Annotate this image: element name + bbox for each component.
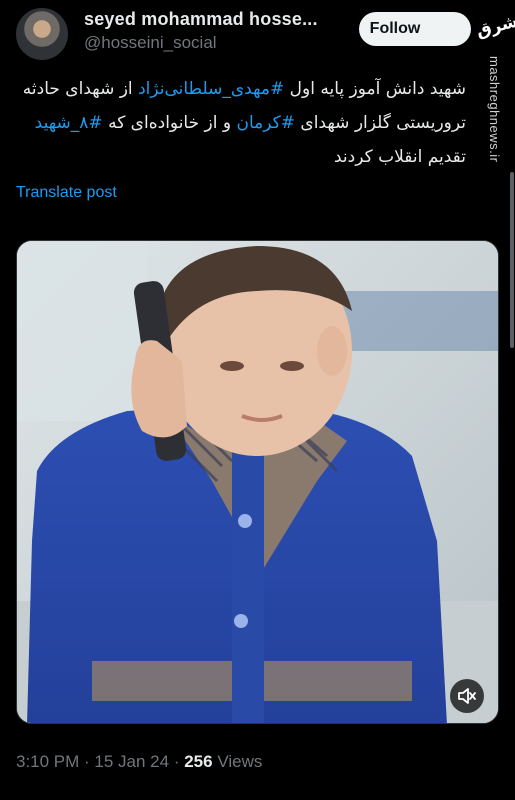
watermark-site: mashreghnews.ir xyxy=(487,56,502,163)
watermark-logo: مشرق xyxy=(473,8,515,42)
tweet-text-part: شهید دانش آموز پایه اول xyxy=(284,79,466,99)
meta-separator: · xyxy=(169,752,185,771)
meta-separator: · xyxy=(79,752,95,771)
speaker-muted-icon xyxy=(458,688,476,704)
avatar[interactable] xyxy=(16,8,68,60)
tweet-time[interactable]: 3:10 PM xyxy=(16,752,79,771)
follow-button[interactable]: Follow xyxy=(359,12,471,46)
hashtag-link[interactable]: #کرمان xyxy=(236,113,295,133)
views-count[interactable]: 256 xyxy=(184,752,212,771)
scrollbar[interactable] xyxy=(510,172,514,348)
tweet-date[interactable]: 15 Jan 24 xyxy=(94,752,169,771)
author-name[interactable]: seyed mohammad hosse... xyxy=(84,9,318,30)
mute-button[interactable] xyxy=(450,679,484,713)
tweet-meta: 3:10 PM · 15 Jan 24 · 256 Views xyxy=(16,752,262,772)
views-label: Views xyxy=(212,752,263,771)
hashtag-link[interactable]: #۸_شهید xyxy=(35,113,103,133)
video-frame xyxy=(17,241,498,723)
translate-post-link[interactable]: Translate post xyxy=(16,184,117,202)
tweet-header: seyed mohammad hosse... @hosseini_social… xyxy=(0,0,515,62)
tweet-text-part: و از خانواده‌ای که xyxy=(102,113,237,133)
tweet-text: شهید دانش آموز پایه اول #مهدی_سلطانی‌نژا… xyxy=(18,72,466,174)
tweet-text-part: تقدیم انقلاب کردند xyxy=(333,147,466,167)
video-player[interactable] xyxy=(16,240,499,724)
hashtag-link[interactable]: #مهدی_سلطانی‌نژاد xyxy=(138,79,284,99)
author-handle[interactable]: @hosseini_social xyxy=(84,33,217,53)
